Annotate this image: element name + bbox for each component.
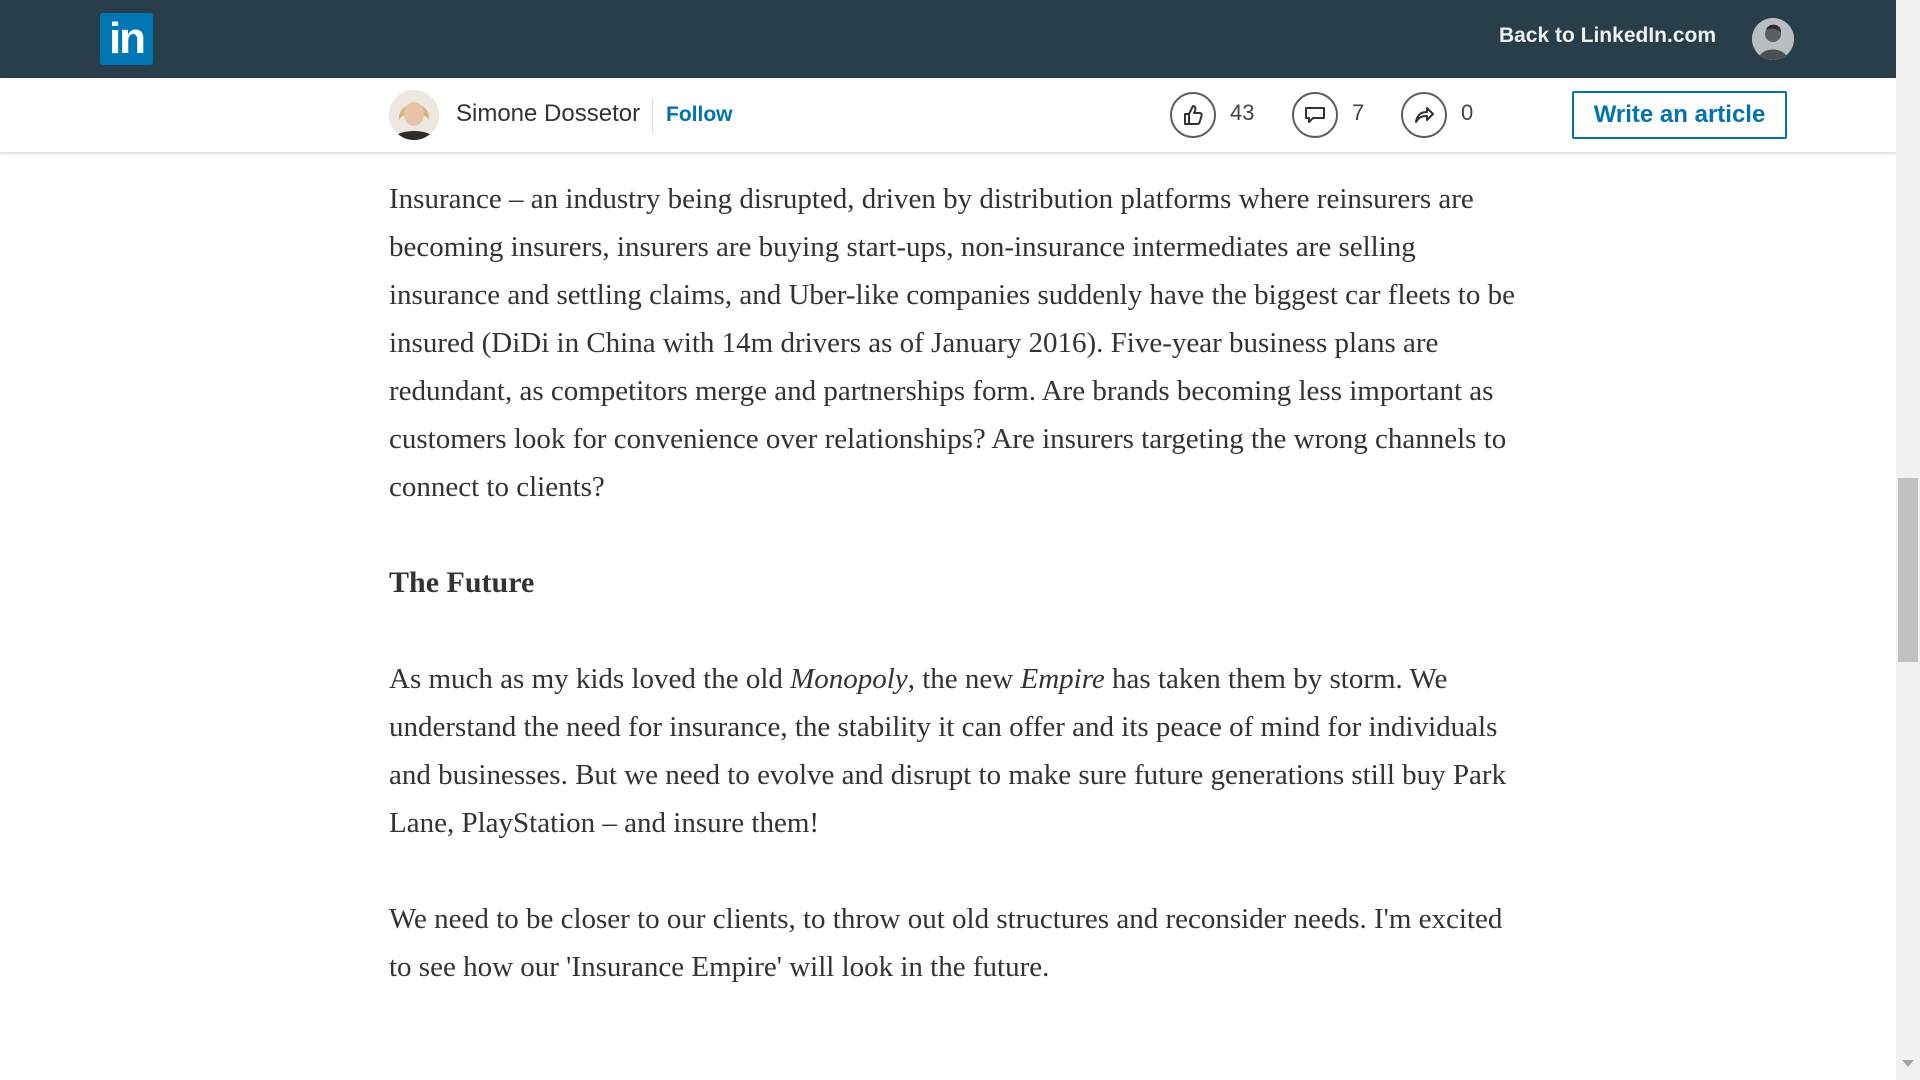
article-paragraph: Insurance – an industry being disrupted,… xyxy=(389,183,1516,503)
user-avatar[interactable] xyxy=(1752,18,1794,60)
section-heading: The Future xyxy=(389,566,535,599)
back-to-linkedin-link[interactable]: Back to LinkedIn.com xyxy=(1499,24,1716,48)
top-nav-bar: in Back to LinkedIn.com xyxy=(0,0,1896,78)
scrollbar-thumb[interactable] xyxy=(1898,478,1918,662)
like-button[interactable] xyxy=(1170,92,1216,138)
italic-title-empire: Empire xyxy=(1020,663,1105,695)
like-count: 43 xyxy=(1230,100,1255,125)
article-author-bar: Simone Dossetor Follow 43 7 0 Write an a… xyxy=(0,78,1896,153)
write-article-button[interactable]: Write an article xyxy=(1572,91,1787,139)
share-arrow-icon xyxy=(1415,107,1434,123)
divider xyxy=(652,98,653,132)
user-avatar-icon xyxy=(1752,18,1794,60)
article-body: Insurance – an industry being disrupted,… xyxy=(389,175,1519,991)
comment-icon xyxy=(1305,107,1325,123)
comment-button[interactable] xyxy=(1292,92,1338,138)
author-name[interactable]: Simone Dossetor xyxy=(456,100,640,128)
thumbs-up-icon xyxy=(1184,105,1203,125)
comment-count: 7 xyxy=(1352,100,1365,125)
share-button[interactable] xyxy=(1401,92,1447,138)
article-paragraph: As much as my kids loved the old Monopol… xyxy=(389,655,1519,847)
italic-title-monopoly: Monopoly xyxy=(790,663,908,695)
author-avatar[interactable] xyxy=(389,90,439,140)
share-count: 0 xyxy=(1461,100,1474,125)
scroll-down-arrow-icon[interactable] xyxy=(1902,1060,1914,1067)
paragraph-text: , the new xyxy=(907,663,1021,695)
article-paragraph: We need to be closer to our clients, to … xyxy=(389,903,1503,983)
linkedin-logo[interactable]: in xyxy=(100,13,153,65)
follow-button[interactable]: Follow xyxy=(666,103,733,127)
paragraph-text: As much as my kids loved the old xyxy=(389,663,791,695)
author-photo-icon xyxy=(389,90,439,140)
